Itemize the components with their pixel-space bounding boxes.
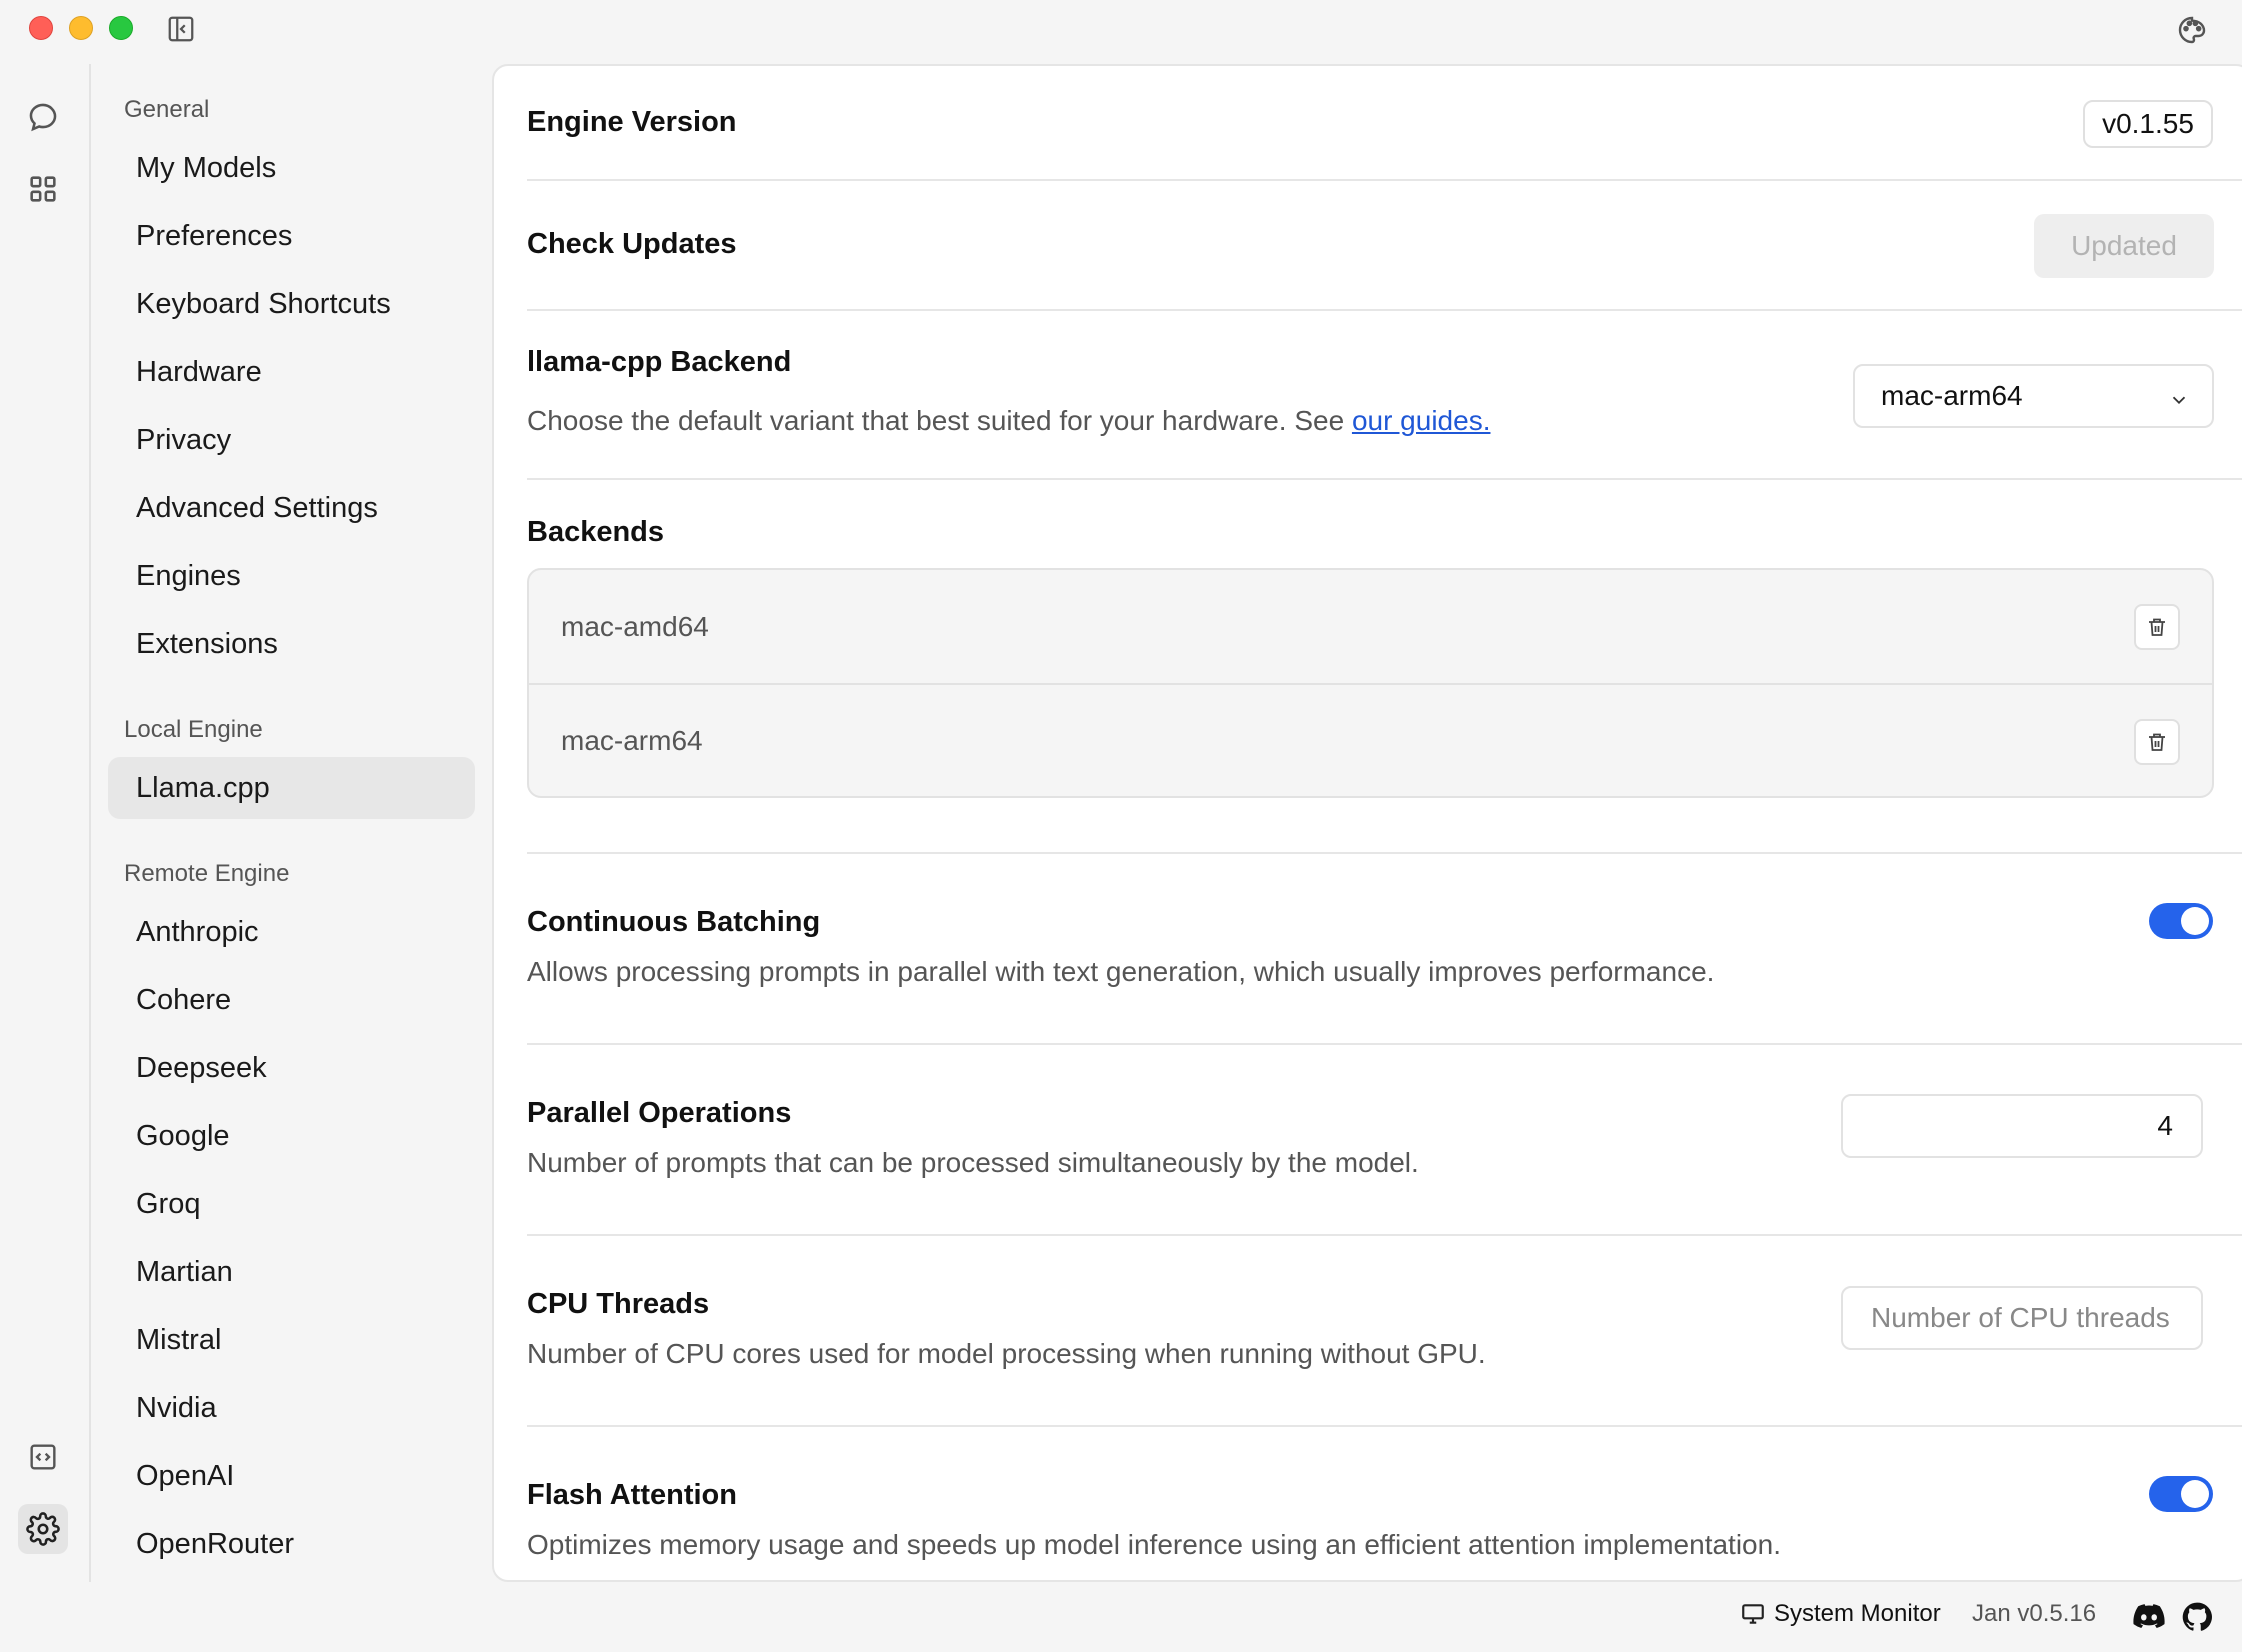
nav-item-hardware[interactable]: Hardware [108, 341, 475, 403]
nav-item-deepseek[interactable]: Deepseek [108, 1037, 475, 1099]
chat-icon[interactable] [18, 92, 68, 142]
divider [527, 1234, 2242, 1236]
divider [527, 1043, 2242, 1045]
system-monitor-label: System Monitor [1774, 1600, 1941, 1627]
backend-description: Choose the default variant that best sui… [527, 405, 1490, 437]
zoom-window-button[interactable] [109, 16, 133, 40]
chevron-down-icon [2168, 386, 2190, 418]
nav-item-preferences[interactable]: Preferences [108, 205, 475, 267]
divider [527, 478, 2242, 480]
flash-attention-description: Optimizes memory usage and speeds up mod… [527, 1529, 1781, 1560]
continuous-batching-description: Allows processing prompts in parallel wi… [527, 956, 1715, 987]
parallel-operations-input[interactable] [1841, 1094, 2203, 1158]
updated-button[interactable]: Updated [2034, 214, 2214, 278]
cpu-threads-title: CPU Threads [527, 1288, 710, 1320]
minimize-window-button[interactable] [69, 16, 93, 40]
nav-item-advanced-settings[interactable]: Advanced Settings [108, 477, 475, 539]
flash-attention-toggle[interactable] [2149, 1476, 2213, 1512]
trash-icon[interactable] [2134, 604, 2180, 650]
divider [527, 309, 2242, 311]
engine-version-title: Engine Version [527, 106, 737, 138]
nav-item-groq[interactable]: Groq [108, 1173, 475, 1235]
system-monitor-button[interactable]: System Monitor [1740, 1600, 1941, 1628]
cpu-threads-input[interactable] [1841, 1286, 2203, 1350]
continuous-batching-toggle[interactable] [2149, 903, 2213, 939]
nav-item-extensions[interactable]: Extensions [108, 613, 475, 675]
nav-item-openai[interactable]: OpenAI [108, 1445, 475, 1507]
list-item: mac-amd64 [529, 570, 2212, 683]
parallel-operations-description: Number of prompts that can be processed … [527, 1147, 1419, 1178]
engine-version-badge: v0.1.55 [2083, 100, 2213, 148]
list-item: mac-arm64 [529, 683, 2212, 796]
code-box-icon[interactable] [18, 1432, 68, 1482]
backend-title: llama-cpp Backend [527, 346, 792, 378]
app-version: Jan v0.5.16 [1972, 1600, 2097, 1627]
github-icon[interactable] [2180, 1600, 2214, 1634]
flash-attention-title: Flash Attention [527, 1479, 737, 1511]
nav-item-my-models[interactable]: My Models [108, 137, 475, 199]
divider [527, 179, 2242, 181]
nav-section-remote-engine: Remote Engine [124, 860, 290, 887]
backends-list: mac-amd64 mac-arm64 [527, 568, 2214, 798]
nav-item-keyboard-shortcuts[interactable]: Keyboard Shortcuts [108, 273, 475, 335]
nav-item-privacy[interactable]: Privacy [108, 409, 475, 471]
nav-item-cohere[interactable]: Cohere [108, 969, 475, 1031]
backends-title: Backends [527, 516, 665, 548]
toggle-knob [2181, 1480, 2209, 1508]
backend-name: mac-arm64 [561, 724, 703, 756]
sidebar-toggle-icon[interactable] [164, 12, 198, 46]
nav-section-general: General [124, 96, 210, 123]
divider [527, 1425, 2242, 1427]
nav-item-nvidia[interactable]: Nvidia [108, 1377, 475, 1439]
backend-select[interactable]: mac-arm64 [1853, 364, 2214, 428]
nav-item-engines[interactable]: Engines [108, 545, 475, 607]
guides-link[interactable]: our guides. [1352, 405, 1491, 436]
nav-item-martian[interactable]: Martian [108, 1241, 475, 1303]
backend-description-text: Choose the default variant that best sui… [527, 405, 1345, 436]
rail-divider [89, 64, 91, 1582]
close-window-button[interactable] [29, 16, 53, 40]
monitor-icon [1740, 1601, 1766, 1627]
nav-item-google[interactable]: Google [108, 1105, 475, 1167]
backend-name: mac-amd64 [561, 610, 709, 642]
nav-item-mistral[interactable]: Mistral [108, 1309, 475, 1371]
divider [527, 852, 2242, 854]
nav-section-local-engine: Local Engine [124, 716, 263, 743]
gear-icon[interactable] [18, 1504, 68, 1554]
parallel-operations-title: Parallel Operations [527, 1097, 792, 1129]
backend-select-value: mac-arm64 [1881, 380, 2023, 411]
palette-icon[interactable] [2174, 12, 2210, 48]
nav-item-anthropic[interactable]: Anthropic [108, 901, 475, 963]
trash-icon[interactable] [2134, 719, 2180, 765]
discord-icon[interactable] [2132, 1600, 2166, 1634]
check-updates-title: Check Updates [527, 228, 737, 260]
grid-icon[interactable] [18, 164, 68, 214]
cpu-threads-description: Number of CPU cores used for model proce… [527, 1338, 1486, 1369]
settings-panel: Engine Version v0.1.55 Check Updates Upd… [492, 64, 2242, 1582]
toggle-knob [2181, 907, 2209, 935]
continuous-batching-title: Continuous Batching [527, 906, 821, 938]
nav-item-llama-cpp[interactable]: Llama.cpp [108, 757, 475, 819]
nav-item-openrouter[interactable]: OpenRouter [108, 1513, 475, 1575]
